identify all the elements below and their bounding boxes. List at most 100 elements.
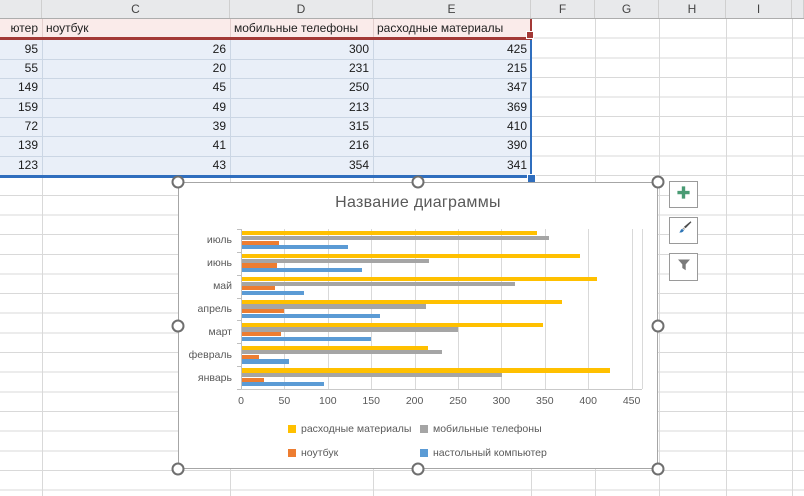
- chart-bar[interactable]: [241, 263, 278, 268]
- resize-handle[interactable]: [651, 175, 665, 189]
- chart-bar[interactable]: [241, 345, 429, 350]
- gridline: [0, 58, 531, 60]
- table-cell[interactable]: 425: [0, 40, 527, 59]
- chart-filters-button[interactable]: [669, 253, 698, 281]
- chart-bar[interactable]: [241, 240, 279, 245]
- chart-bar[interactable]: [241, 368, 611, 373]
- chart-gridline: [414, 229, 416, 389]
- gridline: [0, 97, 531, 99]
- plus-icon: [676, 185, 691, 205]
- column-header-H[interactable]: H: [659, 0, 726, 18]
- chart-bar[interactable]: [241, 245, 349, 250]
- column-header-partial[interactable]: [792, 0, 804, 18]
- table-header-consumables[interactable]: расходные материалы: [377, 19, 528, 37]
- legend-item[interactable]: настольный компьютер: [420, 447, 547, 459]
- axis-tick: [237, 229, 241, 230]
- gridline: [659, 19, 660, 496]
- resize-handle[interactable]: [171, 319, 185, 332]
- excel-worksheet: CDEFGHI ютер ноутбук мобильные телефоны …: [0, 0, 804, 496]
- table-cell[interactable]: 390: [0, 136, 527, 155]
- chart-bar[interactable]: [241, 313, 380, 318]
- legend-swatch: [288, 424, 296, 433]
- column-header-I[interactable]: I: [726, 0, 792, 18]
- chart-styles-button[interactable]: [669, 217, 698, 244]
- chart-gridline: [371, 229, 373, 389]
- column-header-E[interactable]: E: [373, 0, 531, 18]
- legend-item[interactable]: мобильные телефоны: [420, 423, 542, 435]
- selected-data-range[interactable]: 95 26 300 425 55 20 231 215 149 45 250 347 159 49 213 3…: [0, 39, 531, 175]
- chart-gridline: [642, 229, 643, 389]
- table-cell[interactable]: 369: [0, 98, 527, 117]
- chart-elements-button[interactable]: [669, 181, 698, 208]
- column-header-F[interactable]: F: [531, 0, 595, 18]
- chart-bar[interactable]: [241, 354, 259, 359]
- chart-bar[interactable]: [241, 277, 598, 282]
- axis-tick: [237, 274, 241, 276]
- axis-tick: [237, 251, 241, 253]
- chart-bar[interactable]: [241, 281, 515, 286]
- column-header-C[interactable]: C: [42, 0, 230, 18]
- chart-gridline: [327, 229, 329, 389]
- category-label-апрель: апрель: [197, 303, 232, 315]
- column-header-D[interactable]: D: [230, 0, 373, 18]
- x-tick-label: 200: [405, 395, 424, 407]
- chart-bar[interactable]: [241, 267, 363, 273]
- chart-bar[interactable]: [241, 299, 562, 305]
- divider: [230, 19, 231, 37]
- chart-bar[interactable]: [241, 327, 459, 332]
- chart-bar[interactable]: [241, 231, 538, 236]
- chart-bar[interactable]: [241, 304, 427, 309]
- column-header-partial[interactable]: [0, 0, 42, 18]
- resize-handle[interactable]: [651, 319, 665, 332]
- red-range-fill-handle[interactable]: [526, 31, 534, 39]
- gridline: [0, 155, 531, 157]
- table-cell[interactable]: 215: [0, 59, 527, 78]
- table-cell[interactable]: 347: [0, 78, 527, 97]
- chart-bar[interactable]: [241, 382, 324, 387]
- chart-title[interactable]: Название диаграммы: [179, 194, 657, 212]
- resize-handle[interactable]: [411, 175, 425, 189]
- chart-bar[interactable]: [241, 309, 285, 314]
- resize-handle[interactable]: [171, 462, 185, 476]
- chart-bar[interactable]: [241, 258, 429, 263]
- series-header-row: ютер ноутбук мобильные телефоны расходны…: [0, 19, 531, 37]
- chart-bar[interactable]: [241, 254, 580, 259]
- chart-area[interactable]: Название диаграммы июль июнь май апрель март…: [178, 182, 658, 469]
- table-cell[interactable]: 410: [0, 117, 527, 136]
- x-tick-label: 350: [536, 395, 554, 407]
- chart-bar[interactable]: [241, 373, 502, 378]
- table-cell[interactable]: 341: [0, 156, 527, 175]
- chart-x-axis: [241, 389, 642, 390]
- chart-bar[interactable]: [241, 336, 371, 341]
- chart-gridline: [284, 229, 286, 389]
- x-tick-label: 0: [238, 395, 244, 407]
- category-label-февраль: февраль: [188, 348, 232, 361]
- chart-bar[interactable]: [241, 322, 543, 327]
- chart-gridline: [501, 229, 503, 389]
- chart-bar[interactable]: [241, 350, 442, 355]
- gridline: [373, 39, 374, 175]
- column-header-row: CDEFGHI: [0, 0, 804, 19]
- resize-handle[interactable]: [171, 175, 185, 189]
- resize-handle[interactable]: [651, 462, 665, 476]
- x-tick-label: 300: [492, 395, 511, 407]
- divider: [373, 19, 374, 37]
- x-tick-label: 400: [579, 395, 597, 407]
- x-tick-label: 100: [319, 395, 337, 407]
- chart-bar[interactable]: [241, 331, 281, 337]
- chart-bar[interactable]: [241, 359, 290, 364]
- table-cell-partial[interactable]: ютер: [0, 19, 38, 37]
- chart-gridline: [544, 229, 546, 389]
- resize-handle[interactable]: [411, 462, 425, 476]
- chart-bar[interactable]: [241, 290, 304, 295]
- column-header-G[interactable]: G: [595, 0, 659, 18]
- legend-item[interactable]: ноутбук: [288, 447, 338, 459]
- gridline: [0, 136, 531, 138]
- chart-bar[interactable]: [241, 377, 265, 382]
- chart-bar[interactable]: [241, 235, 549, 241]
- category-label-январь: январь: [197, 371, 232, 384]
- chart-bar[interactable]: [241, 286, 276, 291]
- table-header-laptop[interactable]: ноутбук: [46, 19, 226, 37]
- table-header-phones[interactable]: мобильные телефоны: [234, 19, 370, 37]
- legend-item[interactable]: расходные материалы: [288, 423, 411, 435]
